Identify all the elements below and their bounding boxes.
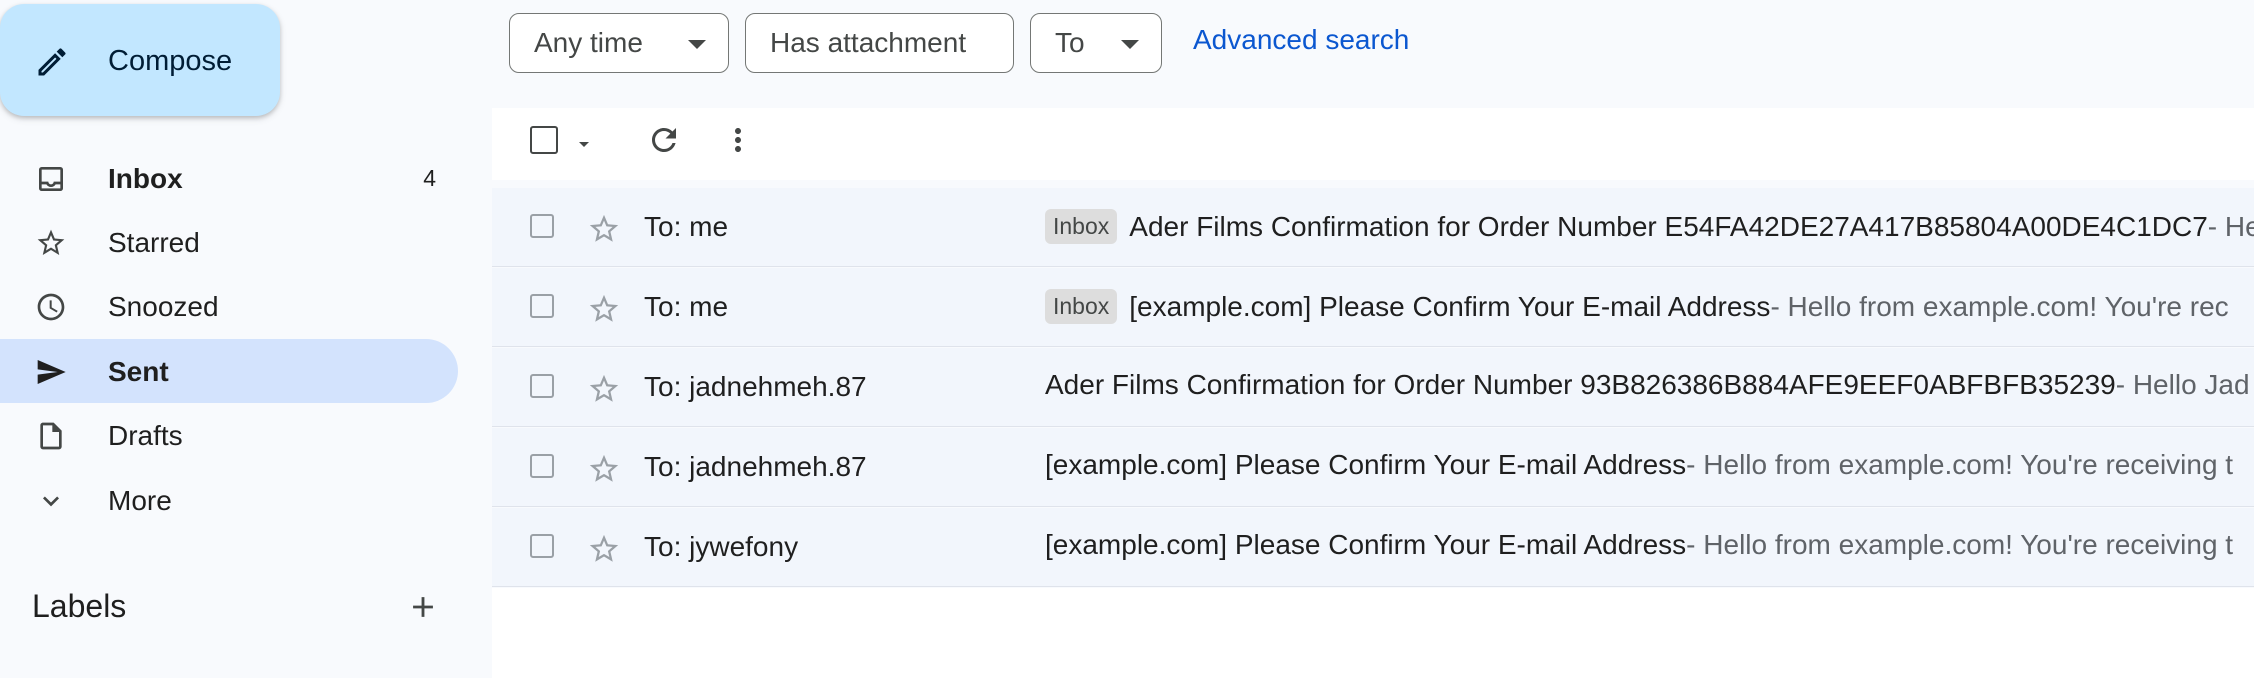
star-icon: [37, 229, 65, 255]
more-vert-icon[interactable]: [720, 122, 756, 158]
dropdown-caret-icon: [688, 40, 706, 49]
draft-file-icon: [40, 422, 62, 450]
star-icon[interactable]: [587, 292, 621, 326]
inbox-icon: [39, 167, 63, 191]
email-subject: [example.com] Please Confirm Your E-mail…: [1045, 529, 1687, 560]
sidebar: Compose Inbox 4 Starred Snoozed Sent Dra…: [0, 0, 492, 678]
star-icon[interactable]: [587, 452, 621, 486]
sidebar-item-label: More: [108, 485, 172, 516]
pencil-icon: [38, 48, 66, 76]
add-label-icon[interactable]: [406, 590, 440, 624]
row-checkbox[interactable]: [530, 214, 554, 238]
unread-count: 4: [423, 165, 436, 191]
email-content: [example.com] Please Confirm Your E-mail…: [1045, 449, 2233, 481]
email-subject: Ader Films Confirmation for Order Number…: [1045, 369, 2116, 400]
has-attachment-filter[interactable]: Has attachment: [745, 13, 1014, 73]
list-toolbar: [492, 108, 2254, 180]
sidebar-item-inbox[interactable]: Inbox 4: [0, 146, 458, 210]
email-subject: Ader Films Confirmation for Order Number…: [1129, 210, 2208, 242]
sidebar-item-label: Snoozed: [108, 291, 219, 322]
email-snippet: - He: [2207, 210, 2254, 242]
sidebar-item-label: Drafts: [108, 420, 183, 451]
email-snippet: - Hello from example.com! You're rec: [1770, 290, 2229, 322]
chevron-down-icon: [43, 496, 59, 507]
list-empty-area: [492, 588, 2254, 678]
filter-label: Any time: [534, 27, 643, 58]
email-snippet: - Hello from example.com! You're receivi…: [1686, 529, 2234, 560]
email-row[interactable]: To: jadnehmeh.87 [example.com] Please Co…: [492, 428, 2254, 507]
row-checkbox[interactable]: [530, 374, 554, 398]
send-icon: [37, 360, 66, 384]
sidebar-item-more[interactable]: More: [0, 468, 458, 532]
to-filter[interactable]: To: [1030, 13, 1162, 73]
email-subject: [example.com] Please Confirm Your E-mail…: [1045, 449, 1687, 480]
sidebar-item-starred[interactable]: Starred: [0, 210, 458, 274]
email-row[interactable]: To: jadnehmeh.87 Ader Films Confirmation…: [492, 348, 2254, 427]
advanced-search-link[interactable]: Advanced search: [1193, 24, 1409, 56]
star-icon[interactable]: [587, 212, 621, 246]
clock-icon: [37, 293, 65, 321]
any-time-filter[interactable]: Any time: [509, 13, 729, 73]
email-snippet: - Hello Jad: [2115, 369, 2250, 400]
row-checkbox[interactable]: [530, 534, 554, 558]
sidebar-item-label: Inbox: [108, 163, 183, 194]
filter-label: Has attachment: [770, 27, 967, 58]
main-content: Any time Has attachment To Advanced sear…: [492, 0, 2254, 678]
compose-label: Compose: [108, 45, 233, 77]
star-icon[interactable]: [587, 372, 621, 406]
email-recipient: To: jadnehmeh.87: [644, 371, 867, 402]
inbox-badge: Inbox: [1045, 209, 1118, 244]
email-row[interactable]: To: me Inbox [example.com] Please Confir…: [492, 268, 2254, 347]
row-checkbox[interactable]: [530, 454, 554, 478]
labels-heading: Labels: [32, 588, 127, 624]
inbox-badge: Inbox: [1045, 289, 1118, 324]
dropdown-caret-icon: [1121, 40, 1139, 49]
row-checkbox[interactable]: [530, 294, 554, 318]
email-row[interactable]: To: me Inbox Ader Films Confirmation for…: [492, 188, 2254, 267]
sidebar-item-snoozed[interactable]: Snoozed: [0, 274, 458, 338]
sidebar-item-drafts[interactable]: Drafts: [0, 403, 458, 467]
select-dropdown-icon[interactable]: [572, 132, 596, 156]
filter-label: To: [1055, 27, 1085, 58]
email-content: [example.com] Please Confirm Your E-mail…: [1045, 529, 2233, 561]
select-all-checkbox[interactable]: [530, 126, 558, 154]
email-recipient: To: me: [644, 211, 729, 242]
email-recipient: To: jywefony: [644, 531, 799, 562]
email-content: Ader Films Confirmation for Order Number…: [1045, 369, 2250, 401]
email-recipient: To: jadnehmeh.87: [644, 451, 867, 482]
sidebar-item-label: Sent: [108, 356, 169, 387]
compose-button[interactable]: Compose: [0, 4, 280, 116]
email-snippet: - Hello from example.com! You're receivi…: [1686, 449, 2234, 480]
email-content: Inbox Ader Films Confirmation for Order …: [1045, 209, 2254, 244]
email-subject: [example.com] Please Confirm Your E-mail…: [1129, 290, 1771, 322]
sidebar-item-label: Starred: [108, 227, 200, 258]
email-content: Inbox [example.com] Please Confirm Your …: [1045, 289, 2229, 324]
sidebar-item-sent[interactable]: Sent: [0, 339, 458, 403]
email-row[interactable]: To: jywefony [example.com] Please Confir…: [492, 508, 2254, 587]
email-recipient: To: me: [644, 291, 729, 322]
star-icon[interactable]: [587, 532, 621, 566]
refresh-icon[interactable]: [646, 122, 682, 158]
